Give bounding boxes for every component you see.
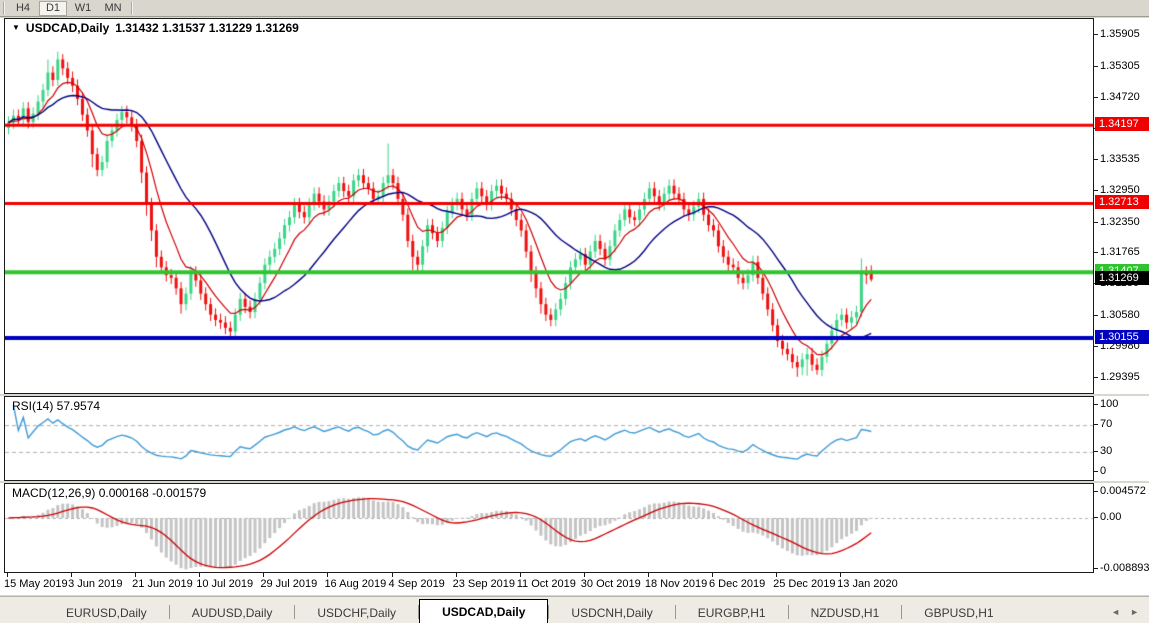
- date-tick-mark: [840, 573, 841, 577]
- chart-tab-usdcnh[interactable]: USDCNH,Daily: [549, 602, 674, 623]
- price-tick-label: 1.32350: [1100, 217, 1140, 228]
- chart-title: ▼ USDCAD,Daily 1.31432 1.31537 1.31229 1…: [12, 21, 299, 35]
- chart-tab-usdchf[interactable]: USDCHF,Daily: [295, 602, 418, 623]
- price-tick-label: 0.004572: [1100, 486, 1146, 497]
- toolbar-separator: [3, 2, 5, 15]
- timeframe-button-d1[interactable]: D1: [39, 1, 67, 16]
- price-tick-label: 1.32950: [1100, 185, 1140, 196]
- price-plot-frame: [4, 18, 1094, 394]
- rsi-indicator-pane: RSI(14) 57.9574 100 70 30 0: [0, 396, 1149, 481]
- chart-tab-usdcad[interactable]: USDCAD,Daily: [419, 599, 548, 623]
- date-tick-label: 6 Dec 2019: [709, 578, 765, 590]
- price-tick-label: 0: [1100, 466, 1106, 477]
- resistance-line-2-badge: 1.32713: [1095, 195, 1149, 209]
- date-tick-label: 10 Jul 2019: [196, 578, 253, 590]
- current-price-badge: 1.31269: [1095, 271, 1149, 285]
- price-chart-pane: ▼ USDCAD,Daily 1.31432 1.31537 1.31229 1…: [0, 18, 1149, 394]
- price-tick-label: 0.00: [1100, 512, 1121, 523]
- date-tick-mark: [263, 573, 264, 577]
- rsi-canvas[interactable]: [5, 397, 1093, 480]
- rsi-label: RSI(14) 57.9574: [12, 399, 100, 413]
- date-tick-label: 16 Aug 2019: [324, 578, 386, 590]
- resistance-line-1-badge: 1.34197: [1095, 117, 1149, 131]
- date-tick-mark: [584, 573, 585, 577]
- chart-tab-audusd[interactable]: AUDUSD,Daily: [170, 602, 295, 623]
- chart-tab-gbpusd[interactable]: GBPUSD,H1: [902, 602, 1015, 623]
- rsi-plot-frame: [4, 396, 1094, 481]
- date-tick-mark: [7, 573, 8, 577]
- timeframe-button-h4[interactable]: H4: [9, 1, 37, 16]
- date-tick-mark: [648, 573, 649, 577]
- date-tick-mark: [392, 573, 393, 577]
- price-tick-label: 1.30580: [1100, 310, 1140, 321]
- date-tick-mark: [71, 573, 72, 577]
- chart-ohlc-values: 1.31432 1.31537 1.31229 1.31269: [115, 21, 299, 35]
- chart-tab-bar: EURUSD,DailyAUDUSD,DailyUSDCHF,DailyUSDC…: [0, 596, 1149, 623]
- collapse-triangle-icon[interactable]: ▼: [12, 23, 20, 32]
- date-tick-mark: [199, 573, 200, 577]
- chart-tab-eurusd[interactable]: EURUSD,Daily: [44, 602, 169, 623]
- date-axis: 15 May 20193 Jun 2019 21 Jun 201910 Jul 2…: [0, 573, 1149, 595]
- price-tick-label: 1.31765: [1100, 247, 1140, 258]
- toolbar-separator: [131, 2, 133, 15]
- price-tick-label: 1.35905: [1100, 29, 1140, 40]
- tab-scroll-right-icon[interactable]: ►: [1130, 607, 1139, 617]
- date-tick-mark: [776, 573, 777, 577]
- date-tick-label: 30 Oct 2019: [581, 578, 641, 590]
- chart-workspace: ▼ USDCAD,Daily 1.31432 1.31537 1.31229 1…: [0, 17, 1149, 596]
- price-tick-label: 30: [1100, 446, 1112, 457]
- price-tick-label: 1.29395: [1100, 372, 1140, 383]
- timeframe-button-mn[interactable]: MN: [99, 1, 127, 16]
- timeframe-button-w1[interactable]: W1: [69, 1, 97, 16]
- date-tick-mark: [520, 573, 521, 577]
- price-tick-label: -0.008893: [1100, 563, 1149, 574]
- price-tick-label: 1.35305: [1100, 61, 1140, 72]
- price-chart-canvas[interactable]: [5, 19, 1093, 393]
- date-tick-label: 21 Jun 2019: [132, 578, 193, 590]
- date-tick-label: 23 Sep 2019: [453, 578, 515, 590]
- date-tick-label: 29 Jul 2019: [260, 578, 317, 590]
- timeframe-toolbar: H4D1W1MN: [0, 0, 1149, 17]
- date-tick-mark: [135, 573, 136, 577]
- price-tick-label: 1.33535: [1100, 154, 1140, 165]
- chart-symbol-label: USDCAD,Daily: [26, 21, 109, 35]
- tab-scroll-nav: ◄ ►: [1111, 607, 1149, 623]
- date-tick-label: 25 Dec 2019: [773, 578, 835, 590]
- date-tick-label: 18 Nov 2019: [645, 578, 707, 590]
- date-tick-mark: [327, 573, 328, 577]
- date-tick-label: 4 Sep 2019: [389, 578, 445, 590]
- date-tick-label: 3 Jun 2019: [68, 578, 122, 590]
- date-tick-mark: [712, 573, 713, 577]
- price-tick-label: 70: [1100, 419, 1112, 430]
- macd-indicator-pane: MACD(12,26,9) 0.000168 -0.001579 0.00457…: [0, 483, 1149, 573]
- date-tick-label: 13 Jan 2020: [837, 578, 898, 590]
- date-tick-label: 15 May 2019: [4, 578, 68, 590]
- price-tick-label: 1.34720: [1100, 92, 1140, 103]
- trading-terminal: H4D1W1MN ▼ USDCAD,Daily 1.31432 1.31537 …: [0, 0, 1149, 623]
- date-tick-mark: [456, 573, 457, 577]
- support-line-blue-badge: 1.30155: [1095, 330, 1149, 344]
- macd-label: MACD(12,26,9) 0.000168 -0.001579: [12, 486, 206, 500]
- chart-tab-nzdusd[interactable]: NZDUSD,H1: [789, 602, 902, 623]
- date-tick-label: 11 Oct 2019: [517, 578, 576, 590]
- price-tick-label: 100: [1100, 399, 1118, 410]
- chart-tab-eurgbp[interactable]: EURGBP,H1: [676, 602, 788, 623]
- tab-scroll-left-icon[interactable]: ◄: [1111, 607, 1120, 617]
